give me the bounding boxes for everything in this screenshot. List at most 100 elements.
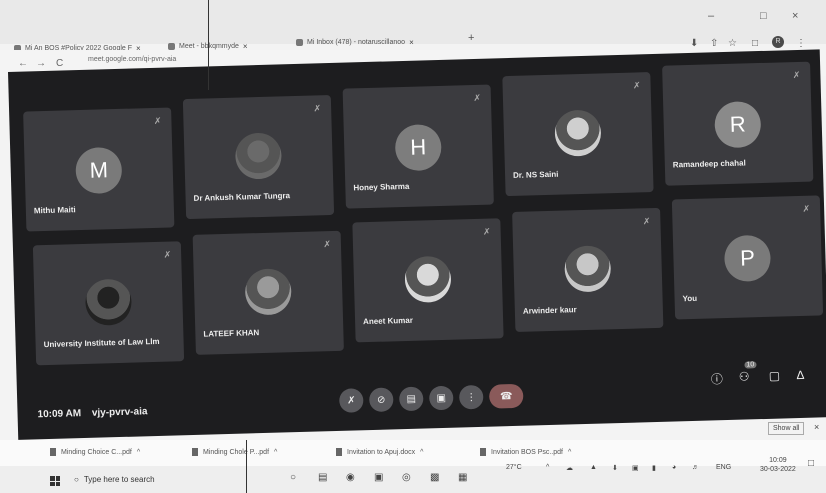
download-item[interactable]: Minding Chole P...pdf ^ (192, 448, 277, 456)
download-item[interactable]: Invitation to Apuj.docx ^ (336, 448, 423, 456)
notifications-icon[interactable]: □ (808, 458, 814, 469)
chevron-up-icon[interactable]: ^ (568, 449, 571, 456)
taskbar-search[interactable]: ○ Type here to search (74, 475, 155, 484)
gmail-icon (296, 38, 303, 46)
mic-muted-icon: ✗ (802, 203, 811, 214)
cortana-icon[interactable]: ○ (290, 472, 296, 483)
meet-icon (168, 42, 175, 50)
participant-tile[interactable]: P ✗ You (671, 195, 824, 320)
new-tab-button[interactable]: + (468, 28, 474, 48)
participant-tile[interactable]: R ✗ Ramandeep chahal (662, 61, 814, 186)
chevron-up-icon[interactable]: ^ (546, 464, 549, 471)
clock-time: 10:09 (769, 457, 787, 464)
download-item[interactable]: Invitation BOS Psc..pdf ^ (480, 448, 571, 456)
people-icon[interactable]: ⚇ 10 (738, 361, 757, 384)
reload-button[interactable]: C (56, 58, 63, 69)
back-button[interactable]: ← (18, 58, 28, 69)
download-filename: Invitation BOS Psc..pdf (491, 448, 563, 456)
participant-name: LATEEF KHAN (203, 328, 260, 339)
windows-start-icon[interactable] (50, 476, 60, 486)
tab-inbox[interactable]: Mi Inbox (478) - notaruscillanoo × (296, 32, 414, 52)
participant-photo (554, 109, 602, 157)
participant-tile[interactable]: ✗ LATEEF KHAN (192, 230, 344, 355)
close-icon[interactable]: × (409, 38, 414, 47)
participant-name: Ramandeep chahal (672, 158, 746, 170)
participant-tile[interactable]: ✗ Dr. NS Saini (502, 72, 654, 197)
window-close-button[interactable]: × (792, 10, 798, 22)
participant-avatar: R (714, 101, 762, 149)
taskbar-clock[interactable]: 10:09 30-03-2022 (760, 456, 796, 474)
onedrive-icon[interactable]: ☁ (566, 464, 573, 472)
pdf-file-icon (480, 448, 486, 456)
chevron-up-icon[interactable]: ^ (274, 449, 277, 456)
language-indicator[interactable]: ENG (716, 464, 731, 471)
app-icon[interactable]: ▦ (458, 472, 467, 483)
participant-tile[interactable]: ✗ Aneet Kumar (352, 218, 504, 343)
mic-muted-icon: ✗ (632, 80, 641, 91)
battery-icon[interactable]: ▮ (652, 464, 656, 472)
search-icon: ○ (74, 475, 79, 484)
people-glyph: ⚇ (738, 369, 750, 384)
download-filename: Minding Choice C...pdf (61, 448, 132, 456)
activities-icon[interactable]: ∆ (797, 368, 805, 382)
participant-tile[interactable]: ✗ University Institute of Law Llm (32, 241, 185, 366)
weather-temperature[interactable]: 27°C (506, 464, 522, 471)
close-downloads-button[interactable]: × (814, 422, 819, 432)
chrome-icon[interactable]: ◉ (346, 472, 355, 483)
chat-icon[interactable]: ▢ (769, 369, 781, 383)
end-call-button[interactable]: ☎ (488, 383, 524, 409)
download-filename: Invitation to Apuj.docx (347, 448, 416, 456)
display-icon[interactable]: ▣ (632, 464, 639, 472)
network-icon[interactable]: ▲ (590, 464, 597, 471)
download-filename: Minding Chole P...pdf (203, 448, 270, 456)
participant-name: Dr Ankush Kumar Tungra (193, 191, 291, 203)
download-item[interactable]: Minding Choice C...pdf ^ (50, 448, 140, 456)
participant-name: Dr. NS Saini (512, 169, 559, 180)
participant-tile[interactable]: ✗ Arwinder kaur (512, 207, 664, 332)
share-icon[interactable]: ⇧ (710, 38, 718, 49)
mic-muted-icon: ✗ (642, 216, 651, 227)
meeting-info: 10:09 AM vjy-pvrv-aia (37, 406, 155, 420)
mic-muted-icon: ✗ (792, 69, 801, 81)
more-options-button[interactable]: ⋮ (458, 384, 484, 410)
participant-tile[interactable]: M ✗ Mithu Maiti (23, 107, 175, 232)
participant-tile[interactable]: H ✗ Honey Sharma (342, 84, 494, 209)
present-button[interactable]: ▣ (428, 385, 454, 411)
profile-avatar[interactable]: R (772, 36, 784, 48)
info-icon[interactable]: ⓘ (711, 370, 723, 387)
pen-mark (246, 440, 247, 493)
participant-name: Mithu Maiti (33, 205, 76, 216)
show-all-downloads-button[interactable]: Show all (768, 422, 805, 435)
download-tray-icon[interactable]: ⬇ (612, 464, 618, 472)
mic-muted-icon: ✗ (482, 226, 491, 237)
mic-muted-icon: ✗ (153, 115, 162, 126)
pdf-file-icon (192, 448, 198, 456)
url-bar[interactable]: meet.google.com/qi-pvrv-aia (88, 56, 176, 63)
extension-icon[interactable]: □ (752, 38, 758, 49)
participant-tile[interactable]: ✗ Dr Ankush Kumar Tungra (182, 94, 335, 220)
mic-toggle-button[interactable]: ✗ (338, 388, 364, 413)
people-count-badge: 10 (744, 361, 757, 369)
maximize-button[interactable]: □ (760, 10, 767, 22)
edge-icon[interactable]: ◎ (402, 472, 411, 483)
chevron-up-icon[interactable]: ^ (137, 449, 140, 456)
forward-button[interactable]: → (36, 58, 46, 69)
file-explorer-icon[interactable]: ▣ (374, 472, 383, 483)
mic-muted-icon: ✗ (313, 103, 322, 114)
download-icon[interactable]: ⬇ (690, 38, 698, 49)
participant-name: Aneet Kumar (362, 315, 414, 327)
app-icon[interactable]: ▩ (430, 472, 439, 483)
pdf-file-icon (50, 448, 56, 456)
bookmark-star-icon[interactable]: ☆ (728, 38, 737, 49)
captions-button[interactable]: ▤ (398, 386, 424, 412)
wifi-icon[interactable]: ◕ (672, 464, 676, 471)
mic-muted-icon: ✗ (473, 92, 482, 104)
tab-title: Mi Inbox (478) - notaruscillanoo (307, 38, 406, 46)
minimize-button[interactable]: – (708, 10, 714, 22)
task-view-icon[interactable]: ▤ (318, 472, 327, 483)
chevron-up-icon[interactable]: ^ (420, 449, 423, 456)
volume-icon[interactable]: ♬ (692, 464, 699, 471)
camera-toggle-button[interactable]: ⊘ (368, 387, 394, 413)
participant-photo (564, 245, 612, 293)
menu-icon[interactable]: ⋮ (796, 38, 806, 49)
